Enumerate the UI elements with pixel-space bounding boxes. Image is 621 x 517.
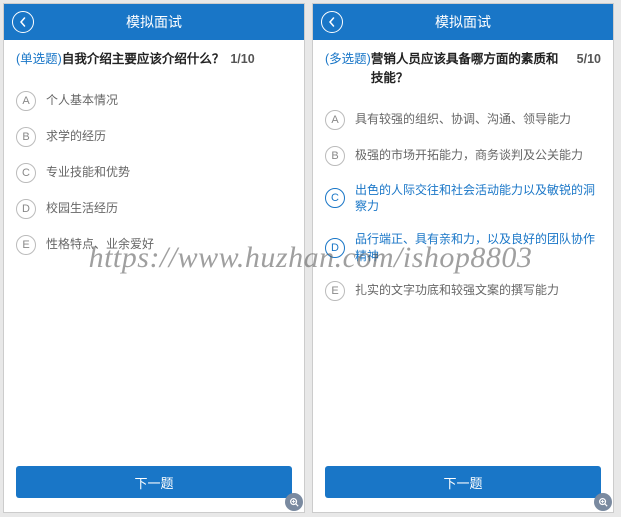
question-type: (多选题) — [325, 50, 371, 69]
option-list: A 个人基本情况 B 求学的经历 C 专业技能和优势 D 校园生活经历 E 性格特点、业余爱好 — [16, 83, 292, 263]
question-progress: 5/10 — [577, 50, 601, 69]
next-button[interactable]: 下一题 — [16, 466, 292, 498]
question: (单选题) 自我介绍主要应该介绍什么？ 1/10 — [16, 50, 292, 69]
option-label: 极强的市场开拓能力，商务谈判及公关能力 — [355, 147, 583, 164]
option-letter: C — [325, 188, 345, 208]
option-list: A 具有较强的组织、协调、沟通、领导能力 B 极强的市场开拓能力，商务谈判及公关能力 C… — [325, 102, 601, 309]
option-label: 校园生活经历 — [46, 200, 118, 217]
option-e[interactable]: E 性格特点、业余爱好 — [16, 227, 292, 263]
option-c[interactable]: C 专业技能和优势 — [16, 155, 292, 191]
content-area: (多选题) 营销人员应该具备哪方面的素质和技能？ 5/10 A 具有较强的组织、协… — [313, 40, 613, 456]
next-button[interactable]: 下一题 — [325, 466, 601, 498]
question-progress: 1/10 — [230, 50, 254, 69]
option-d[interactable]: D 校园生活经历 — [16, 191, 292, 227]
option-c[interactable]: C 出色的人际交往和社会活动能力以及敏锐的洞察力 — [325, 174, 601, 224]
option-a[interactable]: A 具有较强的组织、协调、沟通、领导能力 — [325, 102, 601, 138]
option-d[interactable]: D 品行端正、具有亲和力，以及良好的团队协作精神 — [325, 223, 601, 273]
page-title: 模拟面试 — [435, 12, 491, 32]
back-icon[interactable] — [321, 11, 343, 33]
option-label: 性格特点、业余爱好 — [46, 236, 154, 253]
zoom-icon[interactable] — [285, 493, 303, 511]
option-letter: A — [325, 110, 345, 130]
option-label: 个人基本情况 — [46, 92, 118, 109]
question-type: (单选题) — [16, 50, 62, 69]
option-b[interactable]: B 极强的市场开拓能力，商务谈判及公关能力 — [325, 138, 601, 174]
phone-screen-2: 模拟面试 (多选题) 营销人员应该具备哪方面的素质和技能？ 5/10 A 具有较强… — [312, 3, 614, 513]
footer: 下一题 — [4, 456, 304, 512]
question-text: 营销人员应该具备哪方面的素质和技能？ — [371, 50, 571, 88]
option-letter: E — [16, 235, 36, 255]
header: 模拟面试 — [4, 4, 304, 40]
option-label: 出色的人际交往和社会活动能力以及敏锐的洞察力 — [355, 182, 601, 216]
option-letter: A — [16, 91, 36, 111]
option-letter: D — [16, 199, 36, 219]
option-e[interactable]: E 扎实的文字功底和较强文案的撰写能力 — [325, 273, 601, 309]
option-label: 专业技能和优势 — [46, 164, 130, 181]
content-area: (单选题) 自我介绍主要应该介绍什么？ 1/10 A 个人基本情况 B 求学的经历 C专… — [4, 40, 304, 456]
option-label: 具有较强的组织、协调、沟通、领导能力 — [355, 111, 571, 128]
footer: 下一题 — [313, 456, 613, 512]
phone-screen-1: 模拟面试 (单选题) 自我介绍主要应该介绍什么？ 1/10 A 个人基本情况 B 求学… — [3, 3, 305, 513]
option-letter: B — [325, 146, 345, 166]
option-letter: B — [16, 127, 36, 147]
option-letter: E — [325, 281, 345, 301]
header: 模拟面试 — [313, 4, 613, 40]
option-label: 扎实的文字功底和较强文案的撰写能力 — [355, 282, 559, 299]
back-icon[interactable] — [12, 11, 34, 33]
zoom-icon[interactable] — [594, 493, 612, 511]
page-title: 模拟面试 — [126, 12, 182, 32]
question-text: 自我介绍主要应该介绍什么？ — [62, 50, 225, 69]
option-b[interactable]: B 求学的经历 — [16, 119, 292, 155]
option-letter: C — [16, 163, 36, 183]
option-label: 品行端正、具有亲和力，以及良好的团队协作精神 — [355, 231, 601, 265]
question: (多选题) 营销人员应该具备哪方面的素质和技能？ 5/10 — [325, 50, 601, 88]
option-letter: D — [325, 238, 345, 258]
option-a[interactable]: A 个人基本情况 — [16, 83, 292, 119]
option-label: 求学的经历 — [46, 128, 106, 145]
